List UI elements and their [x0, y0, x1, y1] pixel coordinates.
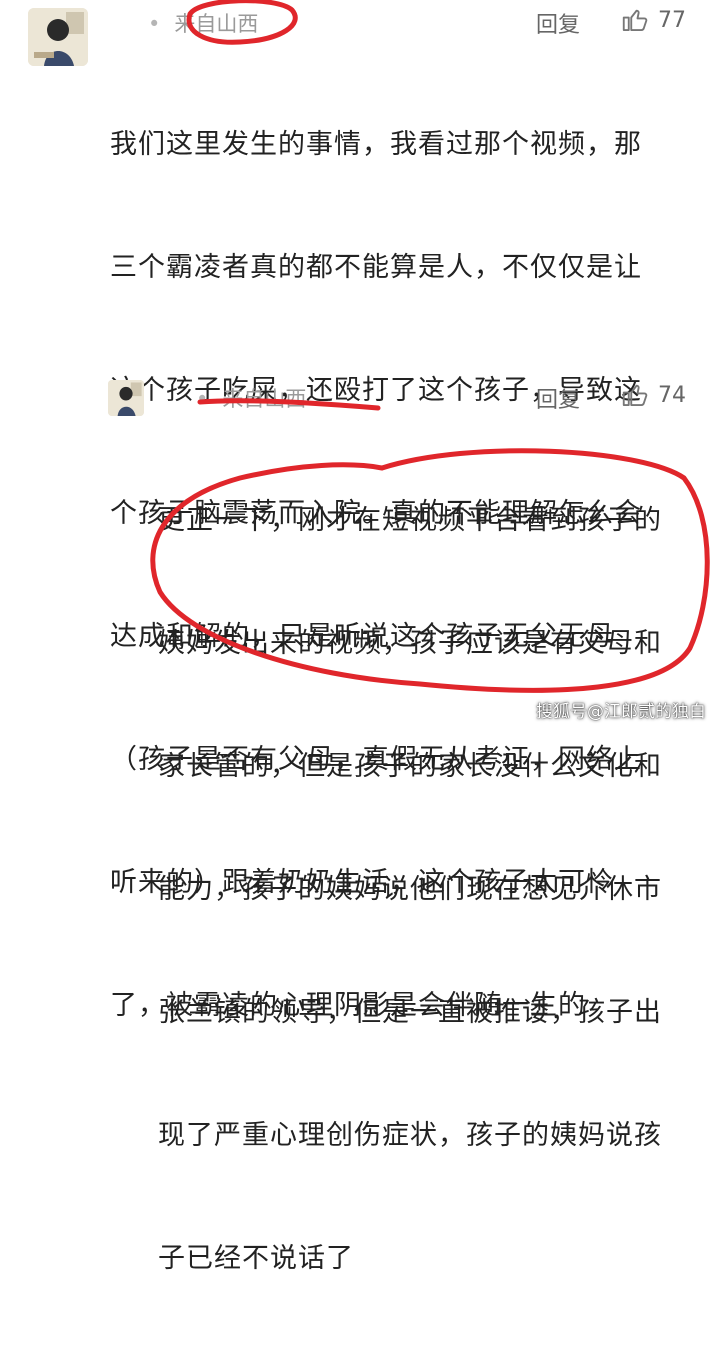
thumbs-up-icon: [622, 384, 648, 406]
avatar[interactable]: [108, 380, 144, 416]
like-button[interactable]: 77: [620, 5, 686, 35]
like-count: 77: [658, 7, 686, 33]
comment-line: 能力，孩子的姨妈说他们现在想见介休市: [158, 874, 662, 905]
comment-line: 子已经不说话了: [158, 1243, 354, 1274]
comment-line: 现了严重心理创伤症状，孩子的姨妈说孩: [158, 1120, 662, 1151]
reply-button[interactable]: 回复: [536, 7, 580, 39]
comment-location: • 来自山西: [196, 387, 307, 411]
avatar[interactable]: [28, 8, 88, 66]
reply-button[interactable]: 回复: [536, 382, 580, 414]
comment-line: 三个霸凌者真的都不能算是人，不仅仅是让: [110, 252, 642, 283]
avatar-image: [28, 8, 88, 66]
comment-line: 家长管的，但是孩子的家长没什么文化和: [158, 751, 662, 782]
avatar-image: [108, 380, 144, 416]
thumbs-up-icon: [622, 9, 648, 31]
comment-line: 更正一下，刚才在短视频平台看到孩子的: [158, 505, 662, 536]
comment-line: 张兰镇的领导，但是一直被推诿，孩子出: [158, 997, 662, 1028]
comment-text: 更正一下，刚才在短视频平台看到孩子的 姨妈发出来的视频，孩子应该是有父母和 家长…: [158, 418, 662, 1361]
like-button[interactable]: 74: [620, 380, 686, 410]
like-count: 74: [658, 382, 686, 408]
watermark: 搜狐号@江郎贰的独白: [536, 702, 706, 722]
comment-line: 姨妈发出来的视频，孩子应该是有父母和: [158, 628, 662, 659]
comment-line: 我们这里发生的事情，我看过那个视频，那: [110, 129, 642, 160]
comment-location: • 来自山西: [148, 12, 259, 36]
